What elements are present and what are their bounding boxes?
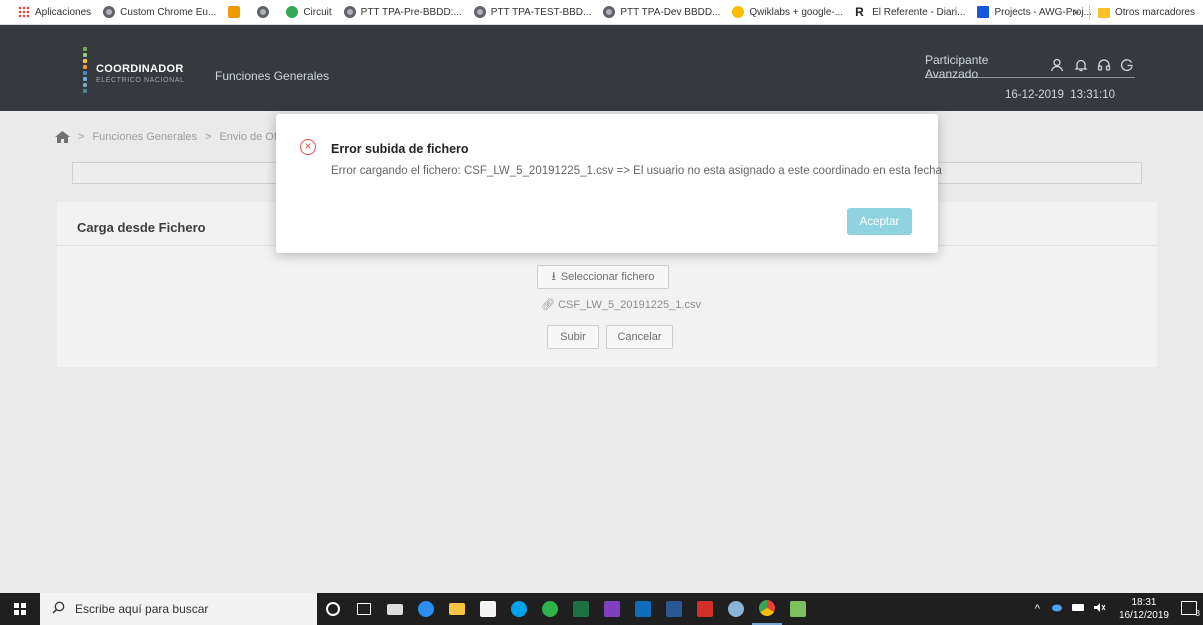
bookmark-label: PTT TPA-Pre-BBDD:... xyxy=(360,6,462,18)
more-bookmarks-button[interactable]: » xyxy=(1073,7,1079,18)
network-icon[interactable] xyxy=(1071,603,1084,615)
paint-icon[interactable] xyxy=(721,593,751,625)
bookmark-label: El Referente - Diari... xyxy=(872,6,966,18)
action-center-icon[interactable]: 3 xyxy=(1181,601,1200,618)
windows-logo-icon xyxy=(14,603,26,615)
notifications-count: 3 xyxy=(1195,609,1200,618)
bookmark-label: Custom Chrome Eu... xyxy=(120,6,217,18)
error-dialog: × Error subida de fichero Error cargando… xyxy=(276,114,942,253)
circuit-app-icon[interactable] xyxy=(535,593,565,625)
acrobat-icon[interactable] xyxy=(690,593,720,625)
bookmarks-bar: Aplicaciones Custom Chrome Eu... Circuit… xyxy=(0,0,1203,25)
globe-icon xyxy=(257,6,270,18)
bookmark-referente[interactable]: R El Referente - Diari... xyxy=(855,6,965,18)
taskbar-search[interactable]: Escribe aquí para buscar xyxy=(40,593,317,625)
qwiklabs-icon xyxy=(732,6,745,18)
bookmark-custom-chrome[interactable]: Custom Chrome Eu... xyxy=(103,6,216,18)
globe-icon xyxy=(103,6,116,18)
error-circle-x-icon: × xyxy=(300,139,316,155)
bookmark-label: PTT TPA-Dev BBDD... xyxy=(620,6,721,18)
bookmark-label: PTT TPA-TEST-BBD... xyxy=(490,6,592,18)
clock-date: 16/12/2019 xyxy=(1118,610,1169,621)
taskbar-apps xyxy=(318,593,814,625)
search-placeholder: Escribe aquí para buscar xyxy=(75,602,209,616)
onenote-icon[interactable] xyxy=(597,593,627,625)
windows-taskbar: Escribe aquí para buscar ^ 18:31 16/12/2… xyxy=(0,593,1203,625)
bookmark-ptt-pre[interactable]: PTT TPA-Pre-BBDD:... xyxy=(343,6,462,18)
bookmark-circuit[interactable]: Circuit xyxy=(286,6,332,18)
volume-icon[interactable] xyxy=(1093,602,1106,616)
bookmark-label: Circuit xyxy=(303,6,332,18)
modal-overlay xyxy=(0,25,1203,593)
onedrive-icon[interactable] xyxy=(1049,603,1063,615)
task-view-icon[interactable] xyxy=(349,593,379,625)
globe-icon xyxy=(473,6,486,18)
outlook-icon[interactable] xyxy=(628,593,658,625)
notepad-icon[interactable] xyxy=(783,593,813,625)
apps-grid-icon xyxy=(18,6,30,18)
mail-icon[interactable] xyxy=(380,593,410,625)
search-icon xyxy=(52,601,65,617)
folder-icon xyxy=(1097,7,1110,18)
bookmark-label: Aplicaciones xyxy=(35,6,92,18)
bookmark-ptt-dev[interactable]: PTT TPA-Dev BBDD... xyxy=(603,6,720,18)
app-window: COORDINADOR ELÉCTRICO NACIONAL Funciones… xyxy=(0,25,1203,593)
globe-icon xyxy=(343,6,356,18)
bookmarks-divider xyxy=(1088,5,1090,20)
other-bookmarks-button[interactable]: Otros marcadores xyxy=(1115,7,1195,18)
clock-time: 18:31 xyxy=(1131,597,1157,608)
excel-icon[interactable] xyxy=(566,593,596,625)
azure-icon xyxy=(977,6,990,18)
dialog-title: Error subida de fichero xyxy=(331,142,469,156)
dialog-message: Error cargando el fichero: CSF_LW_5_2019… xyxy=(331,165,942,177)
system-tray: ^ 18:31 16/12/2019 xyxy=(1035,593,1169,625)
orange-extension-icon xyxy=(228,6,241,18)
file-explorer-icon[interactable] xyxy=(442,593,472,625)
chevron-up-icon[interactable]: ^ xyxy=(1035,603,1040,615)
circuit-icon xyxy=(286,6,299,18)
chrome-icon[interactable] xyxy=(752,593,782,625)
taskbar-clock[interactable]: 18:31 16/12/2019 xyxy=(1119,596,1169,622)
accept-button[interactable]: Aceptar xyxy=(847,208,912,235)
start-button[interactable] xyxy=(0,593,40,625)
edge-icon[interactable] xyxy=(411,593,441,625)
referente-icon: R xyxy=(855,5,864,19)
skype-icon[interactable] xyxy=(504,593,534,625)
bookmark-aplicaciones[interactable]: Aplicaciones xyxy=(18,6,91,18)
bookmark-extension[interactable] xyxy=(228,6,245,18)
bookmark-ptt-test[interactable]: PTT TPA-TEST-BBD... xyxy=(473,6,592,18)
bookmark-label: Qwiklabs + google-... xyxy=(749,6,844,18)
globe-icon xyxy=(603,6,616,18)
cortana-icon[interactable] xyxy=(318,593,348,625)
bookmark-qwiklabs[interactable]: Qwiklabs + google-... xyxy=(732,6,843,18)
word-icon[interactable] xyxy=(659,593,689,625)
store-icon[interactable] xyxy=(473,593,503,625)
bookmark-globe[interactable] xyxy=(257,6,274,18)
